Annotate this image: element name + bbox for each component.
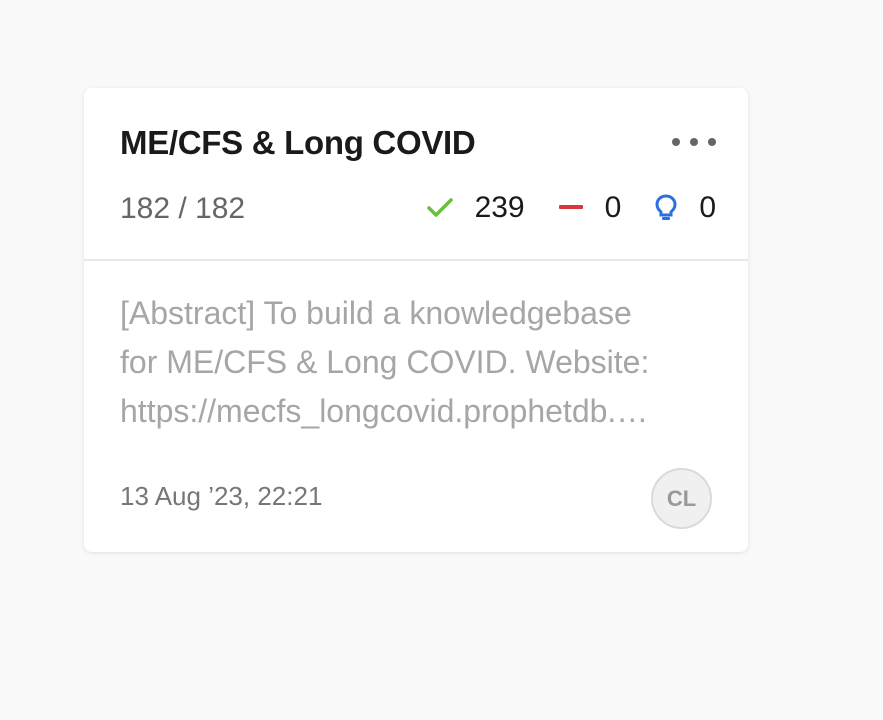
approved-count: 239 bbox=[474, 191, 525, 224]
card-body: [Abstract] To build a knowledgebase for … bbox=[84, 261, 748, 529]
approved-stat: 239 bbox=[426, 191, 525, 225]
card-header: ME/CFS & Long COVID 182 / 182 239 0 0 bbox=[84, 88, 748, 261]
menu-dot bbox=[690, 138, 698, 146]
check-icon bbox=[426, 198, 453, 218]
rejected-stat: 0 bbox=[558, 191, 622, 225]
menu-dot bbox=[708, 138, 716, 146]
abstract-line: [Abstract] To build a knowledgebase bbox=[120, 295, 632, 331]
more-options-button[interactable] bbox=[672, 132, 716, 152]
last-updated-date: 13 Aug ’23, 22:21 bbox=[120, 481, 323, 511]
ideas-count: 0 bbox=[699, 191, 716, 224]
more-horizontal-icon bbox=[672, 138, 680, 146]
avatar[interactable]: CL bbox=[651, 468, 712, 529]
abstract-line: for ME/CFS & Long COVID. Website: bbox=[120, 344, 650, 380]
project-card[interactable]: ME/CFS & Long COVID 182 / 182 239 0 0 [A… bbox=[84, 88, 748, 552]
card-title[interactable]: ME/CFS & Long COVID bbox=[120, 124, 476, 162]
ideas-stat: 0 bbox=[655, 191, 716, 225]
abstract-text: [Abstract] To build a knowledgebase for … bbox=[120, 289, 712, 436]
minus-icon bbox=[558, 205, 583, 211]
abstract-line: https://mecfs_longcovid.prophetdb.… bbox=[120, 393, 649, 429]
lightbulb-icon bbox=[655, 194, 677, 222]
stats-row: 239 0 0 bbox=[426, 191, 716, 225]
rejected-count: 0 bbox=[604, 191, 622, 224]
record-count: 182 / 182 bbox=[120, 192, 246, 225]
